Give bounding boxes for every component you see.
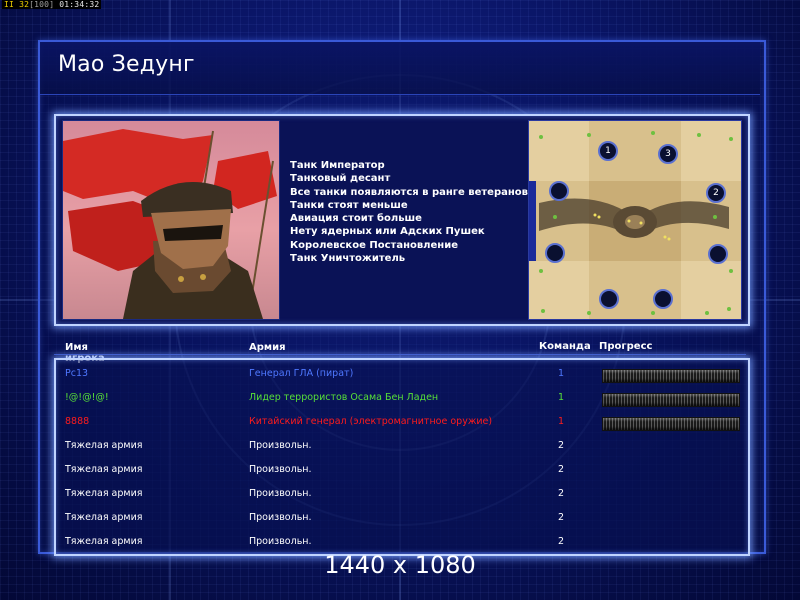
fps-value: 32 — [19, 0, 30, 9]
player-army: Генерал ГЛА (пират) — [249, 368, 354, 379]
column-header-progress: Прогресс — [599, 341, 653, 352]
bonus-item: Танковый десант — [290, 173, 391, 185]
bonus-item: Танк Уничтожитель — [290, 253, 406, 265]
start-position-empty[interactable] — [549, 181, 569, 201]
start-position-label: 3 — [665, 149, 671, 159]
debug-overlay: II 32[100] 01:34:32 — [2, 0, 102, 9]
fps-limit: [100] — [29, 0, 55, 9]
player-name: Тяжелая армия — [65, 512, 143, 523]
column-header-team: Команда — [539, 341, 591, 352]
player-team: 2 — [558, 440, 565, 451]
player-team: 2 — [558, 464, 565, 475]
header-divider — [54, 354, 746, 355]
start-position-empty[interactable] — [545, 243, 565, 263]
load-progress-bar — [602, 417, 740, 431]
load-progress-bar — [602, 393, 740, 407]
player-team: 1 — [558, 416, 565, 427]
bonus-item: Нету ядерных или Адских Пушек — [290, 226, 485, 238]
player-row[interactable]: Тяжелая армия Произвольн. 2 — [0, 434, 800, 458]
bonus-item: Танк Император — [290, 160, 385, 171]
fps-label: II — [4, 0, 15, 9]
resolution-label: 1440 x 1080 — [324, 551, 476, 579]
player-row[interactable]: Pc13 Генерал ГЛА (пират) 1 — [0, 362, 800, 386]
bonus-item: Танки стоят меньше — [290, 199, 408, 211]
player-name: Pc13 — [65, 368, 89, 379]
bonus-item: Королевское Постановление — [290, 239, 458, 251]
start-position-label: 2 — [713, 188, 719, 198]
game-time: 01:34:32 — [59, 0, 100, 9]
player-row[interactable]: Тяжелая армия Произвольн. 2 — [0, 506, 800, 530]
map-preview[interactable]: 1 3 2 — [528, 120, 742, 320]
start-position-1[interactable]: 1 — [598, 141, 618, 161]
player-army: Китайский генерал (электромагнитное оруж… — [249, 416, 493, 427]
player-row[interactable]: Тяжелая армия Произвольн. 2 — [0, 482, 800, 506]
start-position-empty[interactable] — [653, 289, 673, 309]
player-team: 2 — [558, 488, 565, 499]
player-team: 1 — [558, 368, 565, 379]
player-army: Произвольн. — [249, 440, 312, 451]
general-bonus-list: Танк Император Танковый десант Все танки… — [290, 159, 528, 265]
player-row[interactable]: 8888 Китайский генерал (электромагнитное… — [0, 410, 800, 434]
player-team: 2 — [558, 512, 565, 523]
player-army: Произвольн. — [249, 464, 312, 475]
player-name: Тяжелая армия — [65, 464, 143, 475]
player-row[interactable]: !@!@!@! Лидер террористов Осама Бен Ладе… — [0, 386, 800, 410]
player-army: Произвольн. — [249, 512, 312, 523]
start-position-empty[interactable] — [708, 244, 728, 264]
general-portrait — [62, 120, 280, 320]
player-name: Тяжелая армия — [65, 440, 143, 451]
general-title: Мао Зедунг — [58, 52, 195, 77]
start-position-label: 1 — [605, 146, 611, 156]
start-position-3[interactable]: 3 — [658, 144, 678, 164]
start-position-2[interactable]: 2 — [706, 183, 726, 203]
start-position-empty[interactable] — [599, 289, 619, 309]
player-team: 1 — [558, 392, 565, 403]
player-name: 8888 — [65, 416, 90, 427]
player-army: Произвольн. — [249, 488, 312, 499]
player-name: !@!@!@! — [65, 392, 109, 403]
player-row[interactable]: Тяжелая армия Произвольн. 2 — [0, 458, 800, 482]
player-name: Тяжелая армия — [65, 488, 143, 499]
column-header-army: Армия — [249, 342, 286, 353]
player-army: Лидер террористов Осама Бен Ладен — [249, 392, 439, 403]
bonus-item: Все танки появляются в ранге ветеранов — [290, 186, 528, 198]
load-progress-bar — [602, 369, 740, 383]
bonus-item: Авиация стоит больше — [290, 213, 422, 225]
